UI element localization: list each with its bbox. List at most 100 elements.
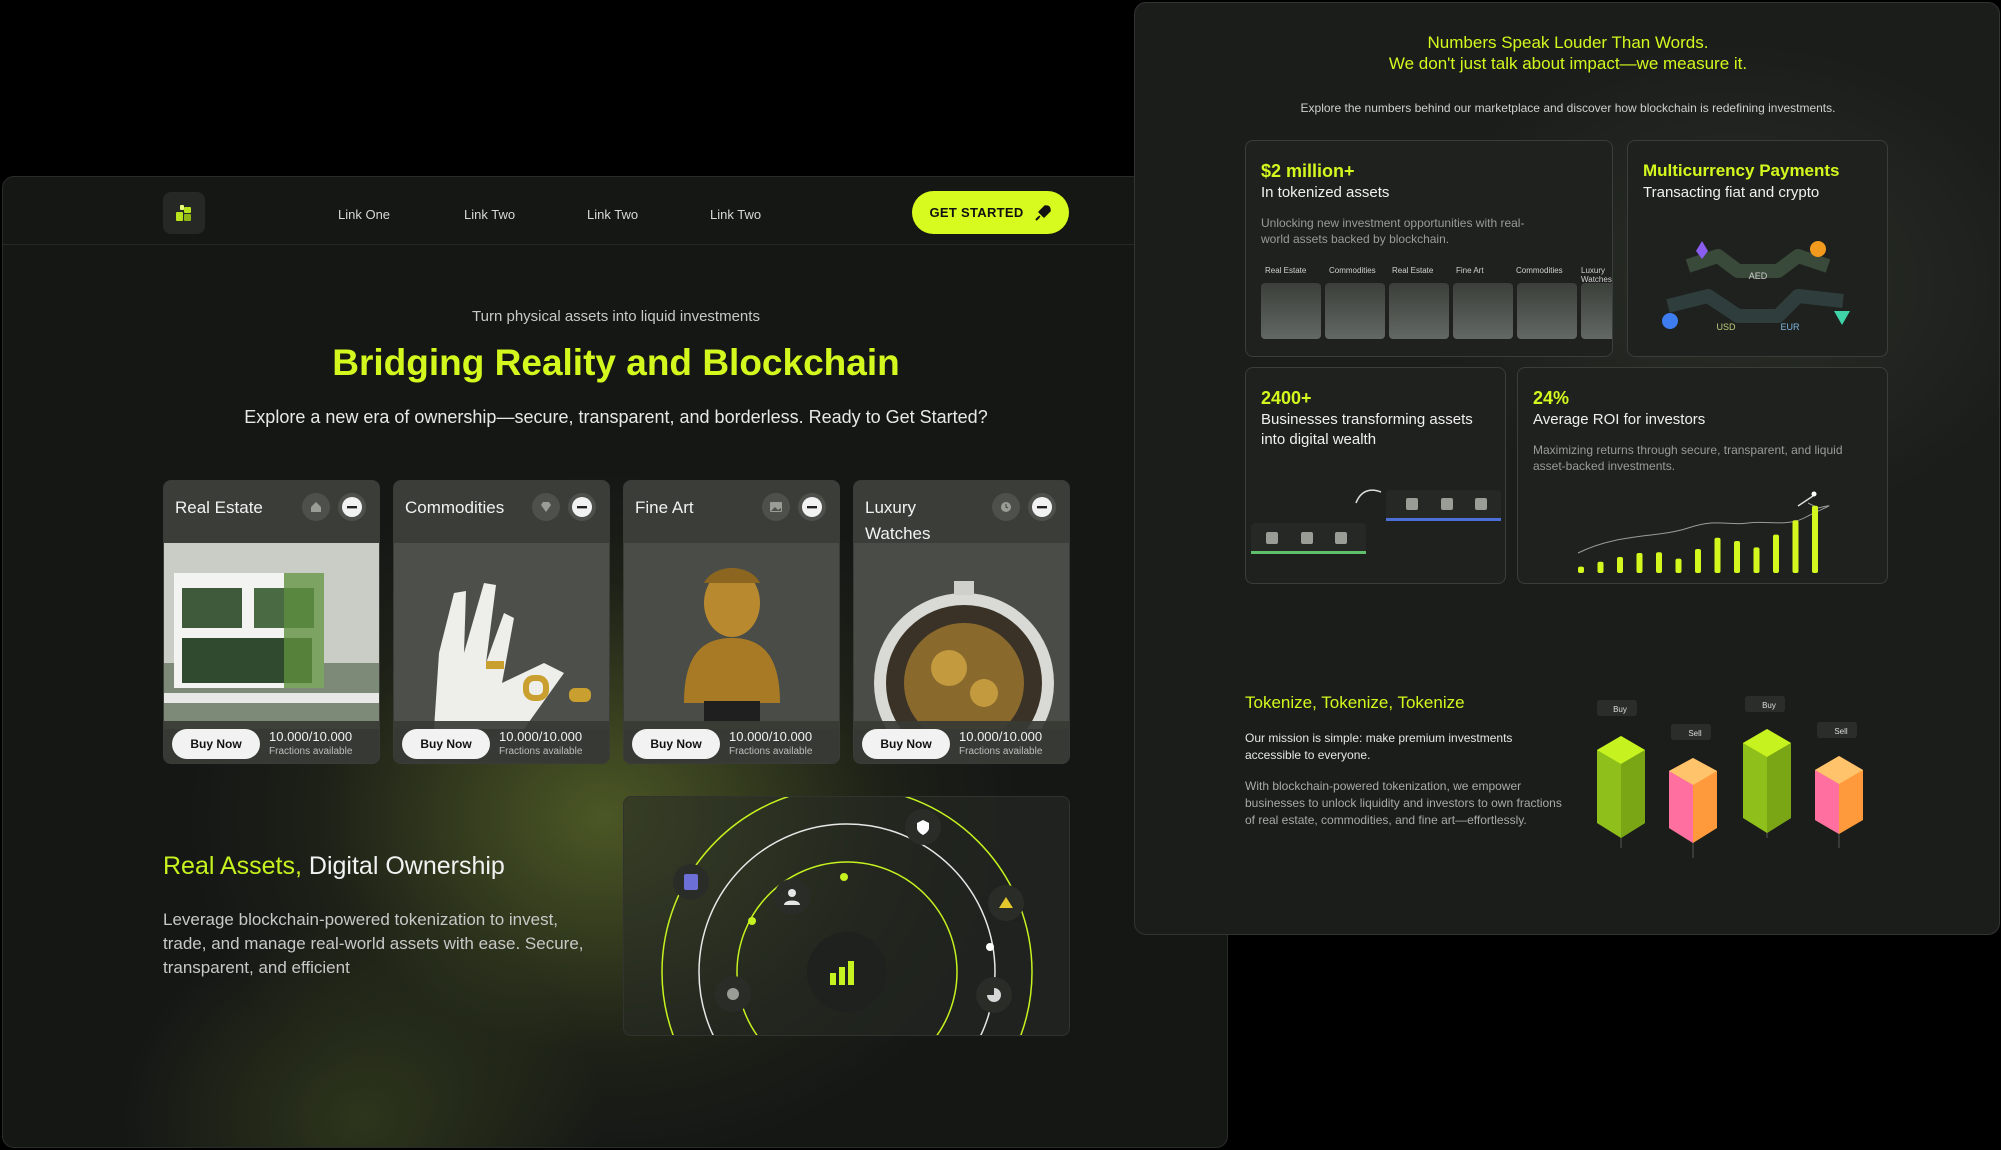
stat-card-multicurrency: Multicurrency Payments Transacting fiat …: [1627, 140, 1888, 357]
roi-bar: [1812, 505, 1818, 573]
top-nav: Link One Link Two Link Two Link Two GET …: [3, 177, 1227, 245]
commodities-image: [394, 543, 609, 729]
roi-bar: [1734, 541, 1740, 573]
buy-now-button[interactable]: Buy Now: [172, 729, 260, 759]
fractions-label: Fractions available: [269, 746, 353, 757]
buy-tag: Buy: [1613, 705, 1627, 714]
token-cubes-illustration: Buy Sell Buy Sell: [1597, 696, 1863, 858]
stat-card-roi: 24% Average ROI for investors Maximizing…: [1517, 367, 1888, 584]
stats-heading-line1: Numbers Speak Louder Than Words.: [1427, 33, 1709, 52]
asset-card-commodities[interactable]: Commodities Buy Now 10.000/10.000 Fracti…: [393, 480, 610, 764]
tokenize-mission: Our mission is simple: make premium inve…: [1245, 731, 1513, 762]
card-title: Commodities: [405, 498, 505, 517]
usdc-icon: [1662, 313, 1678, 329]
logo[interactable]: [163, 192, 205, 234]
category-label: Real Estate: [1392, 266, 1434, 275]
roi-bar: [1773, 534, 1779, 573]
buy-now-button[interactable]: Buy Now: [402, 729, 490, 759]
watch-icon[interactable]: [992, 493, 1020, 521]
stats-subheading: Explore the numbers behind our marketpla…: [1300, 101, 1836, 115]
rocket-icon: [1034, 204, 1051, 221]
multicurrency-title: Multicurrency Payments: [1643, 161, 1840, 180]
asset-thumbnail: [1389, 283, 1449, 339]
stat-card-tokenized: $2 million+ In tokenized assets Unlockin…: [1245, 140, 1613, 357]
buy-tag: Buy: [1762, 701, 1776, 710]
house-icon[interactable]: [302, 493, 330, 521]
nav-link-two[interactable]: Link Two: [464, 207, 515, 222]
stats-page-screen: Numbers Speak Louder Than Words. We don'…: [1134, 2, 2000, 935]
get-started-button[interactable]: GET STARTED: [912, 191, 1069, 234]
bitcoin-icon: [1810, 241, 1826, 257]
minus-icon[interactable]: [568, 493, 596, 521]
category-label: Luxury Watches: [1581, 266, 1612, 284]
asset-thumbnail: [1325, 283, 1385, 339]
stat-value: 24%: [1533, 388, 1570, 408]
hero-title: Bridging Reality and Blockchain: [332, 342, 900, 383]
roi-bar: [1636, 553, 1643, 573]
card-footer: Buy Now 10.000/10.000 Fractions availabl…: [164, 721, 379, 763]
card-footer: Buy Now 10.000/10.000 Fractions availabl…: [624, 721, 839, 763]
currency-network: AED USD EUR: [1662, 241, 1850, 332]
luxury-watch-image: [854, 543, 1069, 763]
fractions-value: 10.000/10.000: [959, 729, 1043, 744]
asset-card-real-estate[interactable]: Real Estate Buy Now 10.000/10.000 Fracti…: [163, 480, 380, 764]
section-title: Real Assets, Digital Ownership: [163, 852, 505, 881]
roi-bar: [1656, 552, 1662, 573]
stat-description: Unlocking new investment opportunities w…: [1261, 216, 1525, 246]
fine-art-image: [624, 543, 839, 729]
roi-bar: [1675, 558, 1682, 573]
minus-icon[interactable]: [798, 493, 826, 521]
card-title: Fine Art: [635, 498, 694, 517]
currency-eur: EUR: [1780, 322, 1800, 332]
mockup-stage: { "left": { "nav": { "links": ["Link One…: [0, 0, 2001, 1150]
orbit-illustration: [623, 796, 1070, 1036]
hero-eyebrow: Turn physical assets into liquid investm…: [472, 308, 760, 325]
fractions-label: Fractions available: [959, 746, 1043, 757]
roi-bar: [1792, 520, 1799, 573]
stat-card-businesses: 2400+ Businesses transforming assets int…: [1245, 367, 1506, 584]
tokenize-body: With blockchain-powered tokenization, we…: [1245, 779, 1562, 827]
asset-card-fine-art[interactable]: Fine Art Buy Now 10.000/10.000 Fractions…: [623, 480, 840, 764]
category-label: Commodities: [1516, 266, 1563, 275]
tokenize-title: Tokenize, Tokenize, Tokenize: [1245, 693, 1465, 712]
fractions-label: Fractions available: [729, 746, 813, 757]
asset-thumbnail: [1517, 283, 1577, 339]
multicurrency-label: Transacting fiat and crypto: [1643, 184, 1820, 201]
asset-thumbnail: [1581, 283, 1612, 339]
asset-thumbnail: [1261, 283, 1321, 339]
minus-icon[interactable]: [338, 493, 366, 521]
fractions-value: 10.000/10.000: [499, 729, 583, 744]
tether-icon: [1834, 311, 1850, 325]
stats-heading-line2: We don't just talk about impact—we measu…: [1388, 54, 1748, 73]
sell-tag: Sell: [1688, 729, 1702, 738]
buy-now-button[interactable]: Buy Now: [632, 729, 720, 759]
roi-bar: [1753, 547, 1760, 573]
landing-page-screen: Link One Link Two Link Two Link Two GET …: [2, 176, 1228, 1148]
minus-icon[interactable]: [1028, 493, 1056, 521]
roi-bar: [1617, 557, 1623, 573]
diamond-icon[interactable]: [532, 493, 560, 521]
stat-label: Average ROI for investors: [1533, 411, 1706, 428]
fractions-value: 10.000/10.000: [729, 729, 813, 744]
nav-link-three[interactable]: Link Two: [587, 207, 638, 222]
card-footer: Buy Now 10.000/10.000 Fractions availabl…: [854, 721, 1069, 763]
buy-now-button[interactable]: Buy Now: [862, 729, 950, 759]
currency-aed: AED: [1749, 271, 1768, 281]
currency-usd: USD: [1716, 322, 1736, 332]
sell-tag: Sell: [1834, 727, 1848, 736]
image-icon[interactable]: [762, 493, 790, 521]
section-body: Leverage blockchain-powered tokenization…: [163, 910, 584, 977]
roi-bar-chart: [1577, 491, 1830, 573]
asset-card-luxury-watches[interactable]: Luxury Watches Buy Now 10.000/10.000 Fra…: [853, 480, 1070, 764]
roi-bar: [1714, 537, 1721, 573]
section-title-rest: Digital Ownership: [301, 852, 505, 880]
category-label: Commodities: [1329, 266, 1376, 275]
fractions-label: Fractions available: [499, 746, 583, 757]
stat-value: $2 million+: [1261, 161, 1355, 181]
stat-value: 2400+: [1261, 388, 1312, 408]
nav-link-one[interactable]: Link One: [338, 207, 390, 222]
get-started-label: GET STARTED: [929, 205, 1024, 220]
card-title: Real Estate: [175, 498, 263, 517]
nav-link-four[interactable]: Link Two: [710, 207, 761, 222]
real-estate-image: [164, 543, 379, 729]
